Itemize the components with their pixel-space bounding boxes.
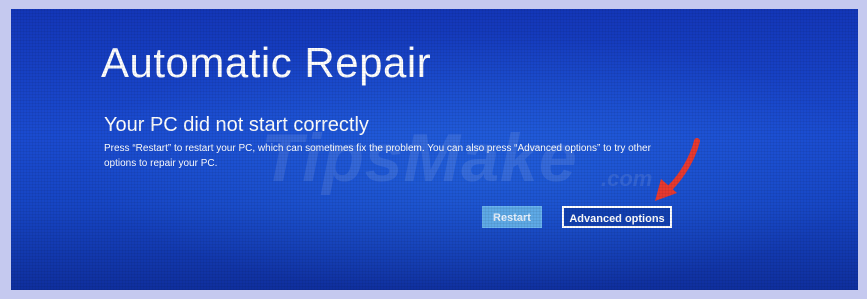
automatic-repair-screen: TipsMake .com Automatic Repair Your PC d… <box>11 9 858 290</box>
page-subtitle: Your PC did not start correctly <box>104 114 369 136</box>
red-arrow-icon <box>655 138 700 201</box>
screenshot-frame: TipsMake .com Automatic Repair Your PC d… <box>0 0 867 299</box>
page-title: Automatic Repair <box>101 39 432 86</box>
advanced-options-button[interactable]: Advanced options <box>562 206 672 228</box>
restart-button[interactable]: Restart <box>482 206 542 228</box>
page-description: Press “Restart” to restart your PC, whic… <box>104 143 651 169</box>
